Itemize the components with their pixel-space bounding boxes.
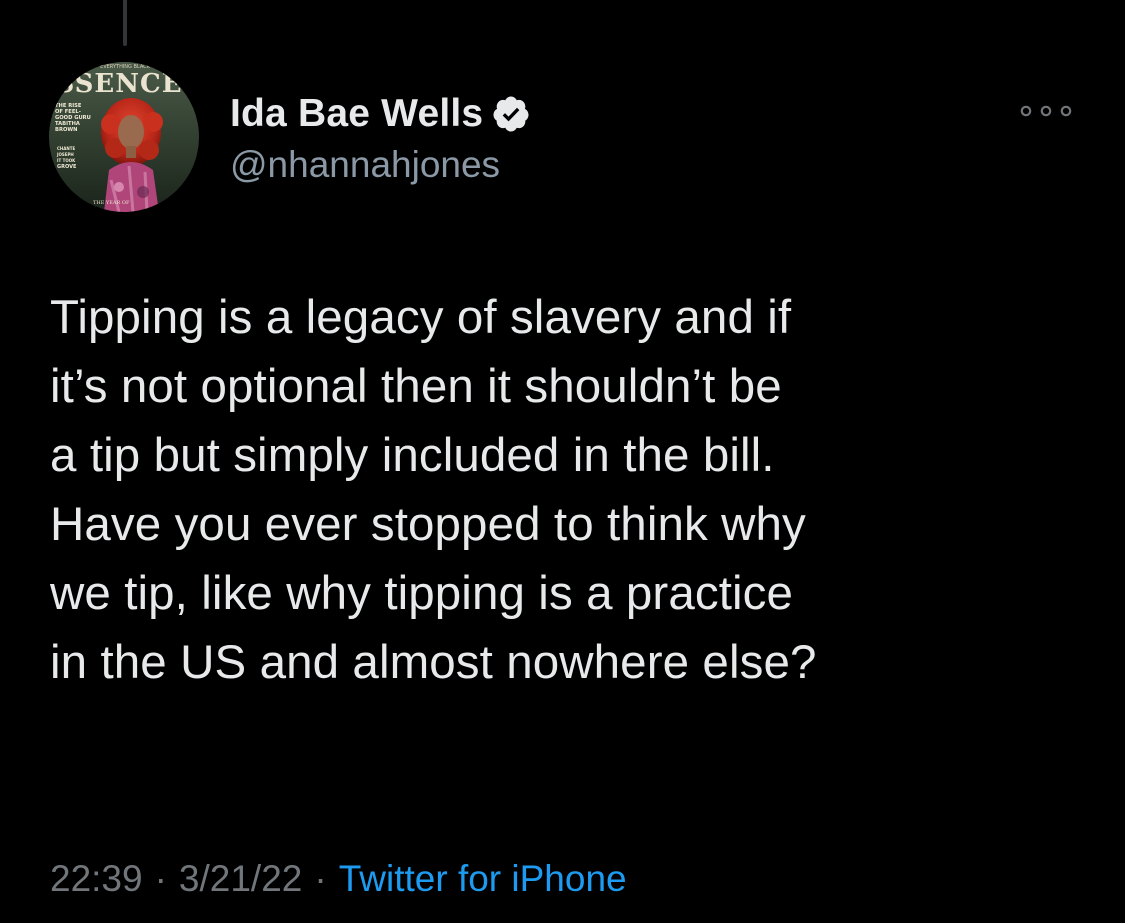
thread-connector-line — [123, 0, 127, 46]
tweet-text: Tipping is a legacy of slavery and if it… — [50, 291, 817, 689]
author-avatar[interactable]: EVERYTHING BLACK SSENCE THE RISE OF FEEL… — [49, 62, 199, 212]
avatar-cover-line: CHANTE — [57, 146, 75, 151]
more-options-icon — [1020, 105, 1072, 117]
tweet-time[interactable]: 22:39 — [50, 858, 143, 900]
tweet-date[interactable]: 3/21/22 — [179, 858, 302, 900]
verified-badge-icon — [491, 94, 531, 134]
meta-separator: · — [314, 858, 327, 899]
avatar-cover-line: BROWN — [55, 127, 77, 133]
avatar-image: EVERYTHING BLACK SSENCE THE RISE OF FEEL… — [49, 62, 199, 212]
display-name-link[interactable]: Ida Bae Wells — [230, 86, 531, 142]
avatar-masthead-text: SSENCE — [55, 69, 182, 99]
avatar-cover-line: GROVE — [57, 164, 77, 170]
avatar-footer-text: THE YEAR OF — [93, 200, 130, 206]
avatar-cover-line: JOSEPH — [56, 152, 74, 157]
more-options-button[interactable] — [1010, 100, 1082, 122]
meta-separator: · — [154, 858, 167, 899]
avatar-cover-line: IT TOOK — [57, 158, 76, 163]
display-name: Ida Bae Wells — [230, 92, 484, 135]
tweet-source-link[interactable]: Twitter for iPhone — [339, 858, 627, 900]
tweet-metadata: 22:39 · 3/21/22 · Twitter for iPhone — [50, 858, 627, 900]
author-handle[interactable]: @nhannahjones — [230, 144, 531, 186]
tweet-author-header: Ida Bae Wells @nhannahjones — [230, 86, 531, 186]
